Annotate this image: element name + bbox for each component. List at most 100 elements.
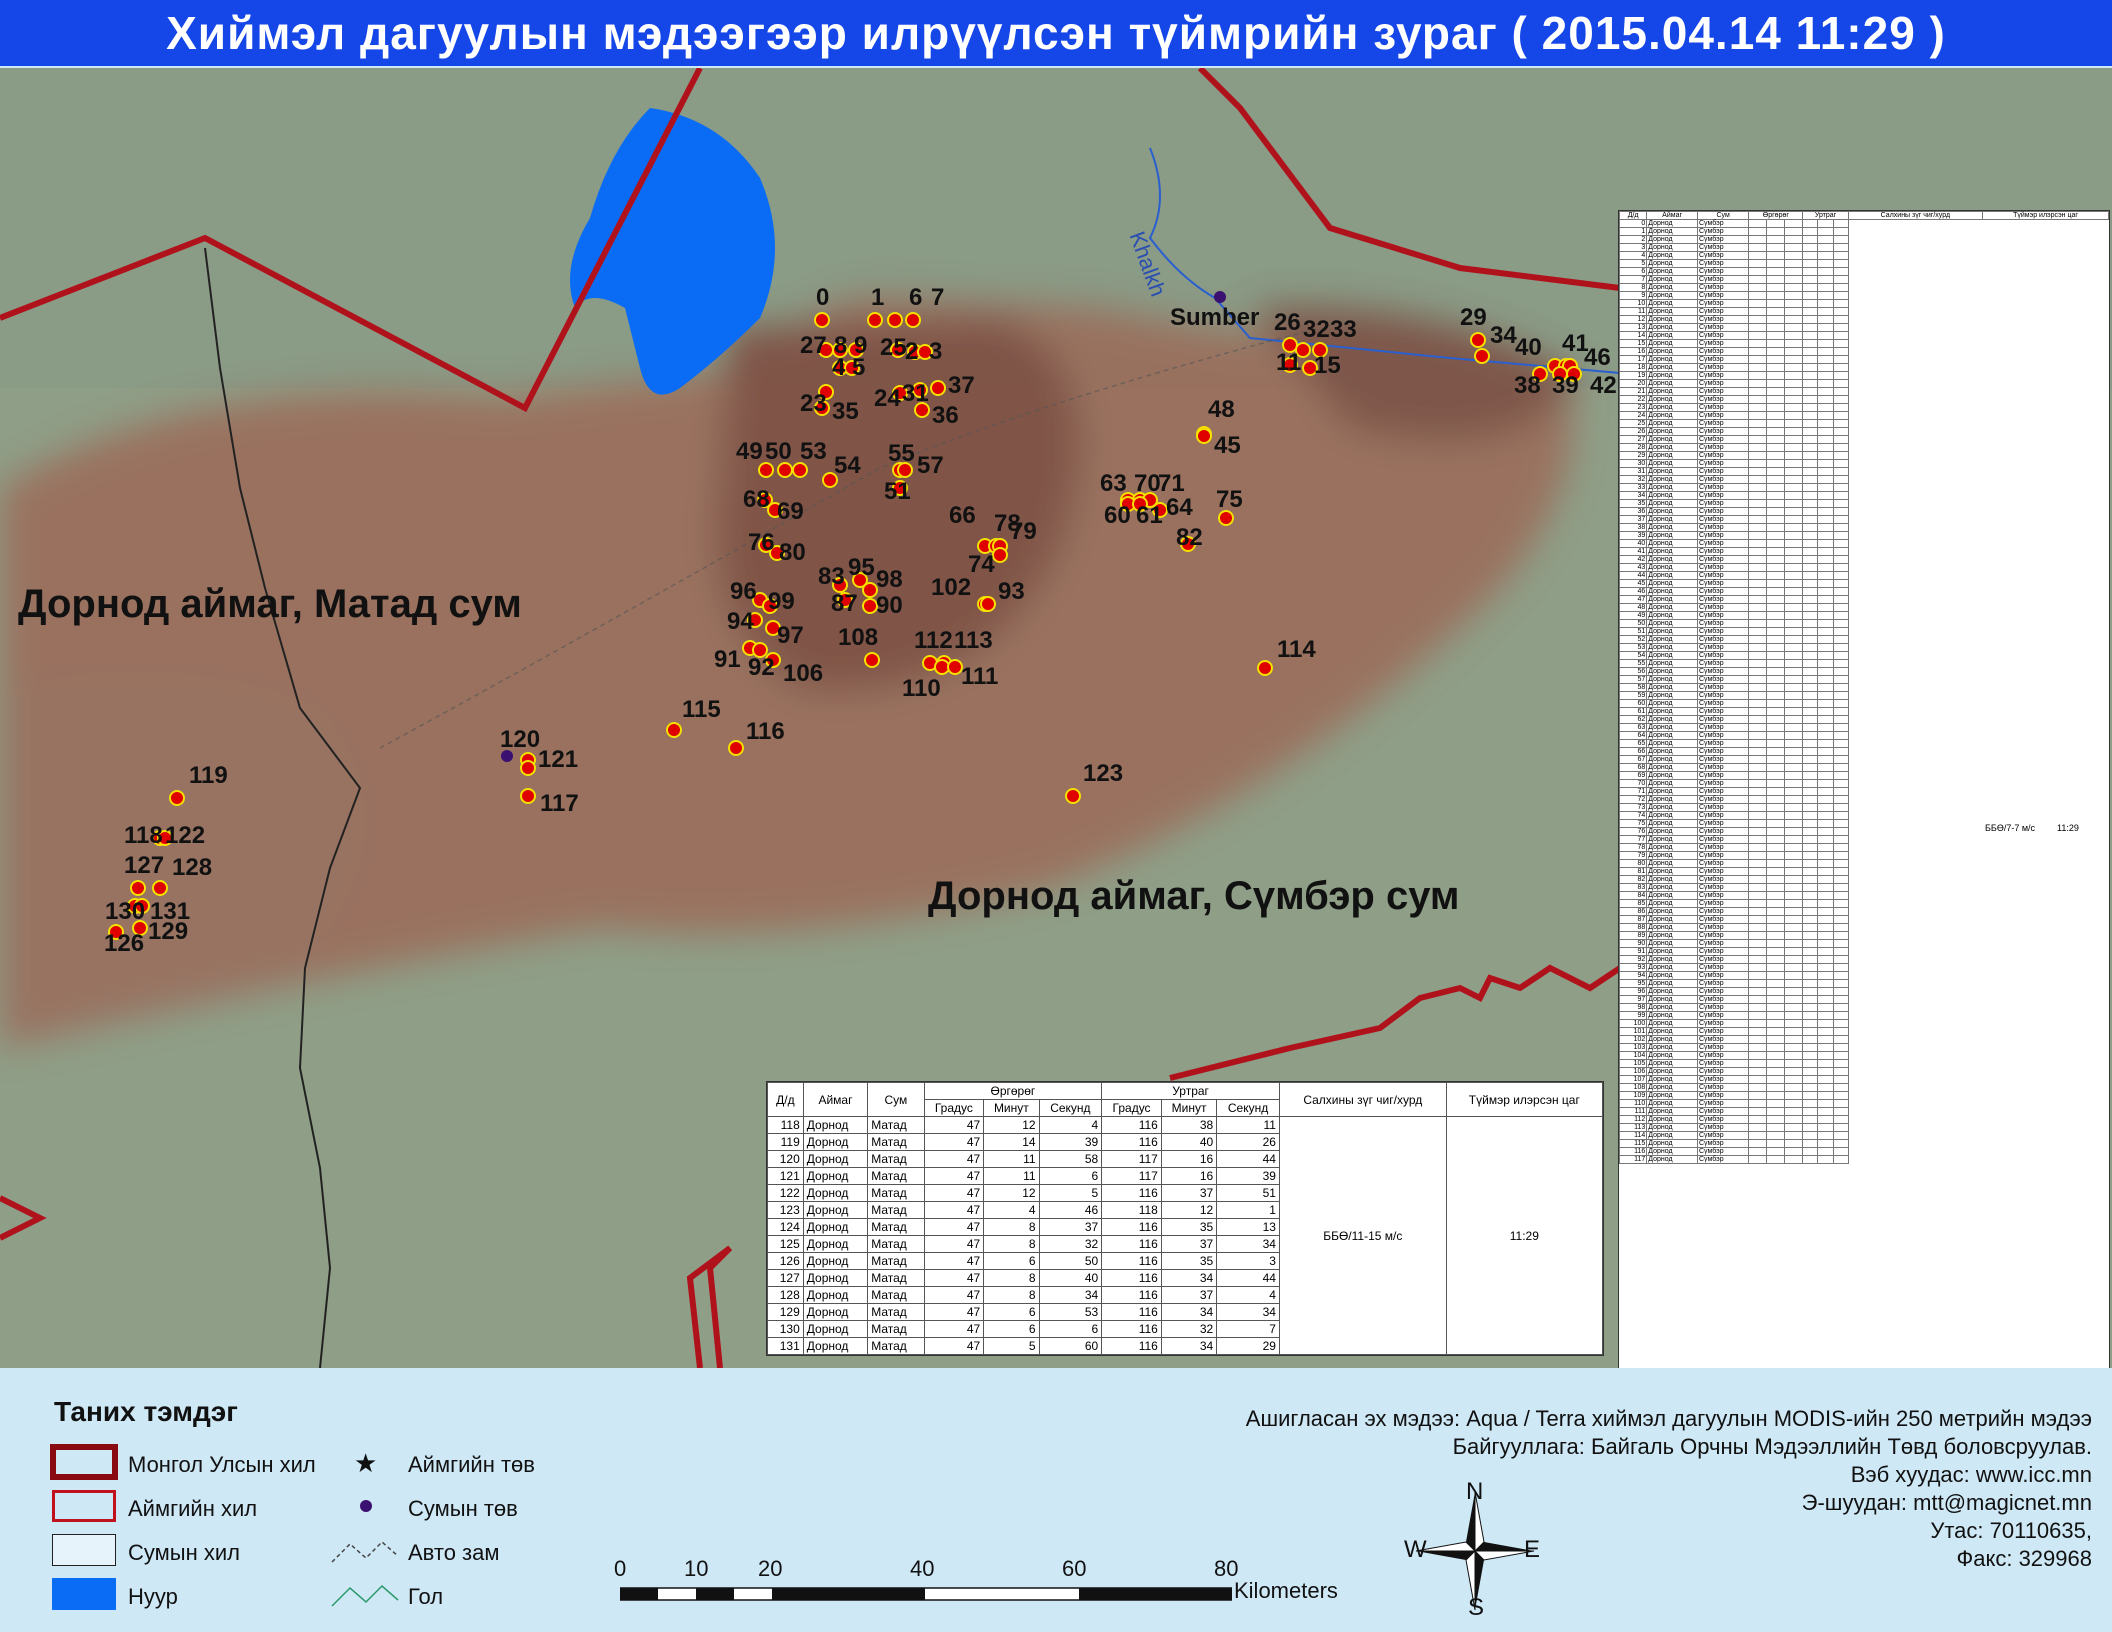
side-table-cell: Сүмбэр bbox=[1696, 1003, 1750, 1012]
side-table-cell: 5 bbox=[1619, 259, 1648, 268]
side-table-cell bbox=[1784, 1115, 1804, 1124]
side-table-cell bbox=[1983, 1124, 2109, 1132]
side-table-cell bbox=[1802, 1107, 1819, 1116]
side-table-cell bbox=[1748, 627, 1768, 636]
side-table-cell bbox=[1766, 723, 1786, 732]
side-table-cell: 27 bbox=[1619, 435, 1648, 444]
side-table-row: 2 Дорнод Сүмбэр bbox=[1619, 235, 2109, 244]
fire-label: 119 bbox=[189, 762, 228, 789]
table-cell: 26 bbox=[1216, 1133, 1280, 1151]
side-table-cell bbox=[1802, 331, 1819, 340]
side-table-cell bbox=[1817, 1003, 1834, 1012]
side-table-cell bbox=[1817, 875, 1834, 884]
side-table-cell bbox=[1766, 851, 1786, 860]
table-cell: 47 bbox=[923, 1303, 985, 1321]
side-table-cell: Дорнод bbox=[1646, 419, 1698, 428]
table-cell: Матад bbox=[867, 1116, 925, 1134]
side-table-cell: Дорнод bbox=[1646, 379, 1698, 388]
side-table-cell: Дорнод bbox=[1646, 243, 1698, 252]
side-table-cell: Сүмбэр bbox=[1696, 587, 1750, 596]
side-table-cell bbox=[1817, 979, 1834, 988]
side-table-row: 84 Дорнод Сүмбэр bbox=[1619, 891, 2109, 900]
side-table-cell: Дорнод bbox=[1646, 259, 1698, 268]
side-table-cell bbox=[1748, 1027, 1768, 1036]
side-table-cell bbox=[1802, 859, 1819, 868]
side-table-cell: Сүмбэр bbox=[1696, 355, 1750, 364]
side-table-cell bbox=[1983, 476, 2109, 484]
table-cell: Матад bbox=[867, 1269, 925, 1287]
side-table-row: 15 Дорнод Сүмбэр bbox=[1619, 339, 2109, 348]
side-table-cell bbox=[1817, 403, 1834, 412]
side-table-cell: Дорнод bbox=[1646, 827, 1698, 836]
region-sumber: Дорнод аймаг, Сүмбэр сум bbox=[928, 874, 1460, 918]
side-table-cell bbox=[1832, 1091, 1849, 1100]
side-table-cell bbox=[1766, 707, 1786, 716]
side-table-cell bbox=[1766, 371, 1786, 380]
side-table-cell bbox=[1817, 771, 1834, 780]
fire-point-127 bbox=[130, 880, 146, 896]
side-table-cell bbox=[1784, 627, 1804, 636]
side-table-cell bbox=[1817, 267, 1834, 276]
side-table-row: 90 Дорнод Сүмбэр bbox=[1619, 939, 2109, 948]
side-table-cell bbox=[1848, 364, 1982, 372]
side-table-cell: Сүмбэр bbox=[1696, 659, 1750, 668]
side-table-cell bbox=[1802, 819, 1819, 828]
fire-label: 82 bbox=[1176, 524, 1203, 551]
side-table-cell bbox=[1784, 955, 1804, 964]
side-table-cell: Сүмбэр bbox=[1696, 299, 1750, 308]
fire-label: 0 bbox=[816, 284, 830, 311]
fire-label: 39 bbox=[1552, 372, 1579, 399]
side-table-cell bbox=[1817, 907, 1834, 916]
side-table-cell: Дорнод bbox=[1646, 427, 1698, 436]
side-table-row: 20 Дорнод Сүмбэр bbox=[1619, 379, 2109, 388]
side-table-cell bbox=[1748, 803, 1768, 812]
dot-icon bbox=[360, 1500, 372, 1512]
source-website[interactable]: Вэб хуудас: www.icc.mn bbox=[1851, 1462, 2092, 1488]
side-table-cell bbox=[1983, 908, 2109, 916]
side-table-cell bbox=[1766, 1003, 1786, 1012]
table-cell: 6 bbox=[983, 1320, 1040, 1338]
table-cell: 116 bbox=[1101, 1269, 1162, 1287]
side-table-cell bbox=[1748, 675, 1768, 684]
side-table-cell bbox=[1832, 1139, 1849, 1148]
side-table-cell bbox=[1983, 444, 2109, 452]
side-table-cell bbox=[1832, 747, 1849, 756]
side-table-cell bbox=[1848, 708, 1982, 716]
side-table-cell: 74 bbox=[1619, 811, 1648, 820]
side-table-cell bbox=[1983, 220, 2109, 228]
side-table-cell bbox=[1832, 803, 1849, 812]
side-table-row: 28 Дорнод Сүмбэр bbox=[1619, 443, 2109, 452]
side-table-row: 32 Дорнод Сүмбэр bbox=[1619, 475, 2109, 484]
side-table-cell bbox=[1802, 1131, 1819, 1140]
side-table-cell bbox=[1983, 1020, 2109, 1028]
table-cell: 13 bbox=[1216, 1218, 1280, 1236]
side-table-cell: 6 bbox=[1619, 267, 1648, 276]
side-table-cell bbox=[1832, 275, 1849, 284]
side-table-cell bbox=[1817, 899, 1834, 908]
side-table-cell bbox=[1766, 571, 1786, 580]
side-table-cell: 99 bbox=[1619, 1011, 1648, 1020]
side-table-cell bbox=[1817, 347, 1834, 356]
fire-point-6 bbox=[887, 312, 903, 328]
side-table-cell bbox=[1848, 1116, 1982, 1124]
legend-swatch-aimag bbox=[52, 1490, 116, 1522]
side-table-cell bbox=[1848, 444, 1982, 452]
table-cell: Матад bbox=[867, 1167, 925, 1185]
side-table-row: 38 Дорнод Сүмбэр bbox=[1619, 523, 2109, 532]
side-table-cell: 1 bbox=[1619, 227, 1648, 236]
side-table-cell bbox=[1766, 243, 1786, 252]
map-canvas[interactable]: 0 1 6 7 27 8 9 25 2 3 4 5 24 31 37 23 35 36 49 50 53 54 55 57 51… bbox=[0, 68, 2112, 1368]
side-table-cell: Дорнод bbox=[1646, 907, 1698, 916]
side-table-cell bbox=[1848, 580, 1982, 588]
fire-label: 34 bbox=[1490, 322, 1517, 349]
table-cell: 47 bbox=[923, 1218, 985, 1236]
scale-tick-40: 40 bbox=[910, 1556, 935, 1581]
side-table-cell bbox=[1766, 299, 1786, 308]
side-table-cell bbox=[1766, 1099, 1786, 1108]
side-table-cell bbox=[1784, 1091, 1804, 1100]
fire-point-117 bbox=[520, 788, 536, 804]
source-email[interactable]: Э-шуудан: mtt@magicnet.mn bbox=[1802, 1490, 2092, 1516]
side-table-cell bbox=[1766, 1123, 1786, 1132]
side-table-cell bbox=[1802, 883, 1819, 892]
side-table-cell bbox=[1848, 860, 1982, 868]
